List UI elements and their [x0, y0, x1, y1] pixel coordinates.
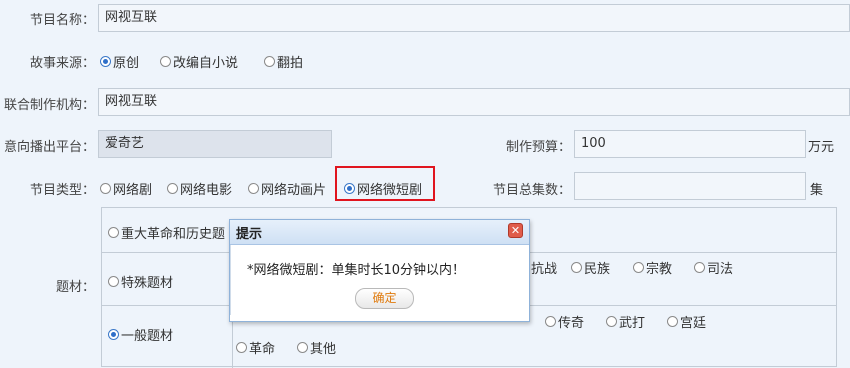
episodes-input[interactable] — [574, 172, 806, 200]
option-label: 一般题材 — [121, 329, 174, 344]
radio-icon — [571, 262, 582, 273]
radio-icon — [633, 262, 644, 273]
theme-option-anti-japanese-war[interactable]: 抗战 — [531, 258, 557, 277]
theme-option-religion-radio[interactable]: 宗教 — [633, 258, 672, 277]
option-label: 宫廷 — [680, 316, 707, 331]
option-label: 翻拍 — [277, 56, 304, 71]
theme-option-martial-arts-radio[interactable]: 武打 — [606, 312, 645, 331]
option-label: 抗战 — [531, 262, 558, 277]
radio-icon — [667, 316, 678, 327]
platform-label: 意向播出平台： — [3, 140, 95, 155]
co-producer-input[interactable]: 网视互联 — [98, 88, 850, 116]
theme-option-other-radio[interactable]: 其他 — [297, 338, 336, 357]
story-source-remake-radio[interactable]: 翻拍 — [264, 52, 303, 71]
theme-option-judicial-radio[interactable]: 司法 — [694, 258, 733, 277]
co-producer-label: 联合制作机构： — [3, 98, 95, 113]
program-type-label: 节目类型： — [29, 183, 95, 198]
radio-selected-icon — [108, 329, 119, 340]
episodes-label: 节目总集数： — [492, 183, 571, 198]
platform-input[interactable]: 爱奇艺 — [98, 130, 332, 158]
radio-icon — [160, 56, 171, 67]
option-label: 民族 — [584, 262, 611, 277]
theme-option-ethnic-radio[interactable]: 民族 — [571, 258, 610, 277]
dialog-body: *网络微短剧：单集时长10分钟以内！ 确定 — [230, 245, 530, 315]
radio-icon — [108, 227, 119, 238]
theme-label: 题材： — [55, 280, 95, 295]
radio-icon — [108, 276, 119, 287]
option-label: 革命 — [249, 342, 276, 357]
radio-icon — [694, 262, 705, 273]
alert-dialog: 提示 ✕ *网络微短剧：单集时长10分钟以内！ 确定 — [229, 219, 530, 322]
program-name-label: 节目名称： — [29, 13, 95, 28]
radio-icon — [545, 316, 556, 327]
option-label: 重大革命和历史题 — [121, 227, 226, 242]
option-label: 宗教 — [646, 262, 673, 277]
option-label: 武打 — [619, 316, 646, 331]
story-source-original-radio[interactable]: 原创 — [100, 52, 139, 71]
close-icon[interactable]: ✕ — [508, 223, 523, 238]
radio-icon — [606, 316, 617, 327]
radio-icon — [236, 342, 247, 353]
dialog-title: 提示 — [236, 227, 263, 242]
episodes-unit: 集 — [810, 183, 824, 198]
dialog-header: 提示 ✕ — [230, 220, 529, 245]
selection-highlight-box — [335, 166, 435, 201]
program-type-web-animation-radio[interactable]: 网络动画片 — [248, 179, 326, 198]
story-source-label: 故事来源： — [29, 56, 95, 71]
option-label: 改编自小说 — [173, 56, 239, 71]
program-type-web-movie-radio[interactable]: 网络电影 — [167, 179, 232, 198]
budget-input[interactable]: 100 — [574, 130, 806, 158]
option-label: 司法 — [707, 262, 734, 277]
story-source-novel-radio[interactable]: 改编自小说 — [160, 52, 238, 71]
radio-selected-icon — [100, 56, 111, 67]
theme-major-history-radio[interactable]: 重大革命和历史题 — [108, 223, 225, 242]
radio-icon — [248, 183, 259, 194]
theme-general-radio[interactable]: 一般题材 — [108, 325, 173, 344]
theme-option-legend-radio[interactable]: 传奇 — [545, 312, 584, 331]
option-label: 原创 — [113, 56, 140, 71]
theme-option-revolution-radio[interactable]: 革命 — [236, 338, 275, 357]
option-label: 网络电影 — [180, 183, 233, 198]
radio-icon — [264, 56, 275, 67]
radio-icon — [100, 183, 111, 194]
option-label: 其他 — [310, 342, 337, 357]
program-name-input[interactable]: 网视互联 — [98, 4, 850, 32]
budget-unit: 万元 — [808, 140, 835, 155]
theme-option-palace-radio[interactable]: 宫廷 — [667, 312, 706, 331]
ok-button[interactable]: 确定 — [355, 288, 414, 309]
radio-icon — [167, 183, 178, 194]
radio-icon — [297, 342, 308, 353]
option-label: 特殊题材 — [121, 276, 174, 291]
budget-label: 制作预算： — [505, 140, 571, 155]
option-label: 网络动画片 — [261, 183, 327, 198]
option-label: 网络剧 — [113, 183, 153, 198]
theme-special-radio[interactable]: 特殊题材 — [108, 272, 173, 291]
dialog-message: *网络微短剧：单集时长10分钟以内！ — [247, 263, 466, 278]
option-label: 传奇 — [558, 316, 585, 331]
program-type-web-series-radio[interactable]: 网络剧 — [100, 179, 152, 198]
